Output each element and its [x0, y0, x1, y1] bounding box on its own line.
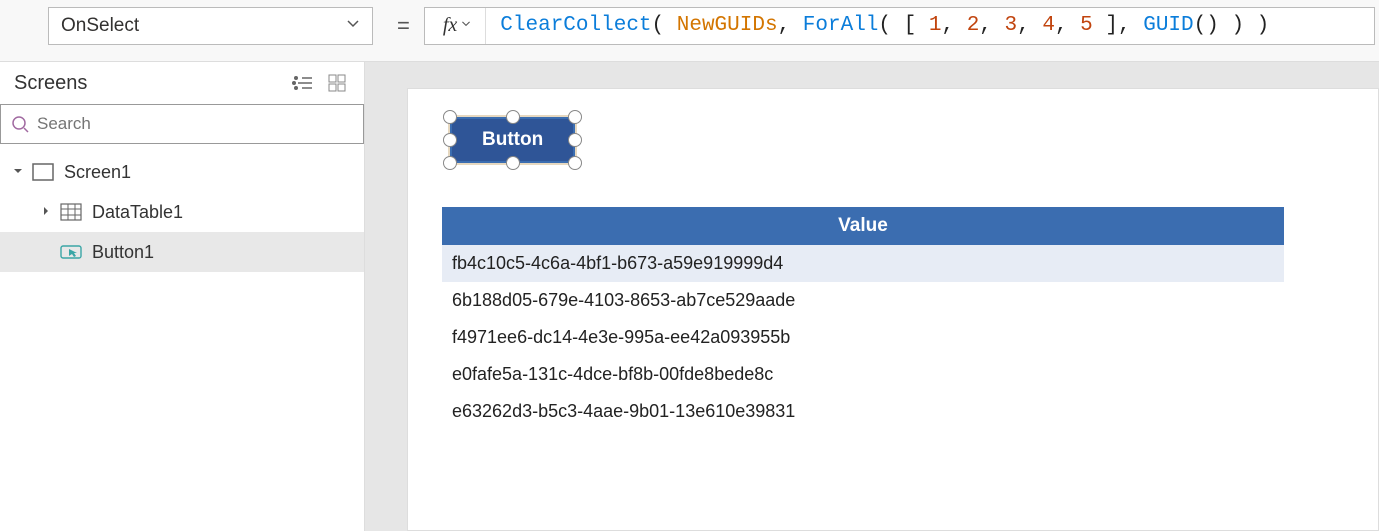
- formula-token: 1: [929, 14, 942, 37]
- formula-input[interactable]: ClearCollect( NewGUIDs, ForAll( [ 1, 2, …: [486, 8, 1374, 44]
- formula-token: ): [1244, 14, 1269, 37]
- chevron-down-icon: [461, 18, 471, 33]
- formula-token: 4: [1042, 14, 1055, 37]
- formula-token: ,: [1055, 14, 1080, 37]
- formula-token: (: [878, 14, 903, 37]
- resize-handle[interactable]: [443, 133, 457, 147]
- formula-token: 5: [1080, 14, 1093, 37]
- grid-view-button[interactable]: [324, 70, 350, 96]
- resize-handle[interactable]: [443, 110, 457, 124]
- formula-token: ,: [1118, 14, 1143, 37]
- formula-token: ,: [1017, 14, 1042, 37]
- fx-icon: fx: [443, 14, 457, 37]
- tree-item-screen1[interactable]: Screen1: [0, 152, 364, 192]
- equals-label: =: [397, 13, 410, 39]
- tree-item-label: Button1: [92, 242, 154, 263]
- formula-token: NewGUIDs: [677, 14, 778, 37]
- table-row[interactable]: e0fafe5a-131c-4dce-bf8b-00fde8bede8c: [442, 356, 1284, 393]
- tree-item-label: Screen1: [64, 162, 131, 183]
- chevron-down-icon: [346, 15, 360, 37]
- formula-token: ,: [778, 14, 803, 37]
- formula-token: ForAll: [803, 14, 879, 37]
- button-control-selection[interactable]: Button: [450, 117, 575, 163]
- datatable-body: fb4c10c5-4c6a-4bf1-b673-a59e919999d46b18…: [442, 245, 1284, 430]
- screen-icon: [32, 163, 54, 181]
- resize-handle[interactable]: [568, 156, 582, 170]
- resize-handle[interactable]: [568, 110, 582, 124]
- list-icon: [292, 75, 312, 91]
- tree-view: Screen1 DataTable1 Button1: [0, 144, 364, 280]
- tree-item-datatable1[interactable]: DataTable1: [0, 192, 364, 232]
- resize-handle[interactable]: [568, 133, 582, 147]
- table-row[interactable]: e63262d3-b5c3-4aae-9b01-13e610e39831: [442, 393, 1284, 430]
- grid-icon: [328, 74, 346, 92]
- table-row[interactable]: f4971ee6-dc14-4e3e-995a-ee42a093955b: [442, 319, 1284, 356]
- property-dropdown[interactable]: OnSelect: [48, 7, 373, 45]
- search-icon: [11, 115, 29, 133]
- formula-token: ,: [979, 14, 1004, 37]
- fx-dropdown-button[interactable]: fx: [425, 8, 486, 44]
- collapse-icon[interactable]: [10, 165, 26, 179]
- button-icon: [60, 243, 82, 261]
- datatable-header[interactable]: Value: [442, 207, 1284, 245]
- tree-item-button1[interactable]: Button1: [0, 232, 364, 272]
- formula-token: ]: [1093, 14, 1118, 37]
- resize-handle[interactable]: [506, 156, 520, 170]
- property-dropdown-value: OnSelect: [61, 15, 139, 37]
- tree-item-label: DataTable1: [92, 202, 183, 223]
- expand-icon[interactable]: [38, 205, 54, 219]
- left-panel: Screens: [0, 62, 365, 531]
- table-row[interactable]: 6b188d05-679e-4103-8653-ab7ce529aade: [442, 282, 1284, 319]
- formula-token: [: [904, 14, 929, 37]
- canvas-wrap: Button Value fb4c10c5-4c6a-4bf1-b673-a59…: [365, 62, 1379, 531]
- formula-token: ): [1219, 14, 1244, 37]
- formula-token: ClearCollect: [500, 14, 651, 37]
- canvas[interactable]: Button Value fb4c10c5-4c6a-4bf1-b673-a59…: [407, 88, 1379, 531]
- formula-token: GUID: [1143, 14, 1193, 37]
- datatable-control[interactable]: Value fb4c10c5-4c6a-4bf1-b673-a59e919999…: [442, 207, 1284, 430]
- tree-settings-button[interactable]: [288, 71, 316, 95]
- formula-bar: OnSelect = fx ClearCollect( NewGUIDs, Fo…: [0, 0, 1379, 62]
- table-row[interactable]: fb4c10c5-4c6a-4bf1-b673-a59e919999d4: [442, 245, 1284, 282]
- formula-token: 2: [967, 14, 980, 37]
- table-icon: [60, 203, 82, 221]
- search-box[interactable]: [0, 104, 364, 144]
- formula-token: ,: [941, 14, 966, 37]
- screens-title: Screens: [14, 72, 87, 95]
- search-input[interactable]: [29, 114, 353, 134]
- formula-token: (): [1194, 14, 1219, 37]
- formula-box: fx ClearCollect( NewGUIDs, ForAll( [ 1, …: [424, 7, 1375, 45]
- resize-handle[interactable]: [506, 110, 520, 124]
- screens-header: Screens: [0, 62, 364, 104]
- formula-token: 3: [1005, 14, 1018, 37]
- formula-token: (: [652, 14, 677, 37]
- resize-handle[interactable]: [443, 156, 457, 170]
- main-area: Screens: [0, 62, 1379, 531]
